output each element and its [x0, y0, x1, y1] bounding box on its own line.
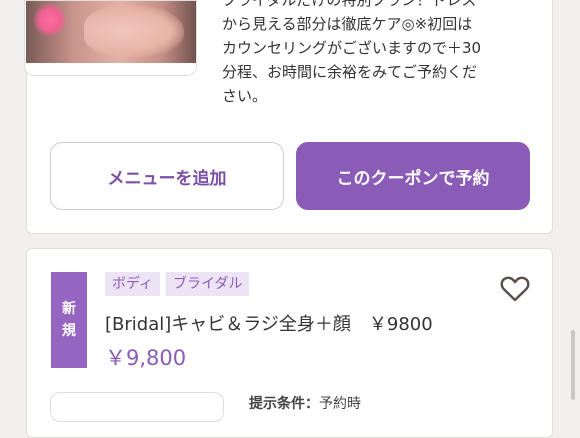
heart-outline-icon[interactable]: [498, 271, 532, 305]
tag-bridal: ブライダル: [166, 272, 250, 296]
badge-text-2: 規: [62, 323, 76, 339]
coupon-title[interactable]: [Bridal]キャビ＆ラジ全身＋顔 ￥9800: [105, 310, 433, 336]
coupon-photo: [26, 1, 196, 63]
badge-text-1: 新: [62, 301, 76, 317]
reserve-coupon-button[interactable]: このクーポンで予約: [296, 142, 530, 210]
coupon-description: ブライダルだけの特別プラン！ドレス から見える部分は徹底ケア◎※初回は カウンセ…: [222, 0, 482, 105]
favorite-icon-graphic: [500, 276, 530, 302]
scrollbar[interactable]: [571, 330, 575, 400]
add-menu-button[interactable]: メニューを追加: [50, 142, 284, 210]
photo-subject: [84, 5, 184, 57]
new-badge: 新 規: [51, 272, 87, 368]
coupon-image[interactable]: [50, 392, 224, 422]
coupon-condition: 提示条件：予約時: [249, 393, 361, 413]
coupon-image[interactable]: [24, 0, 197, 76]
coupon-price: ￥9,800: [105, 346, 187, 370]
category-tags: ボディ ブライダル: [105, 272, 250, 296]
photo-highlight: [34, 3, 66, 37]
tag-body: ボディ: [105, 272, 161, 296]
